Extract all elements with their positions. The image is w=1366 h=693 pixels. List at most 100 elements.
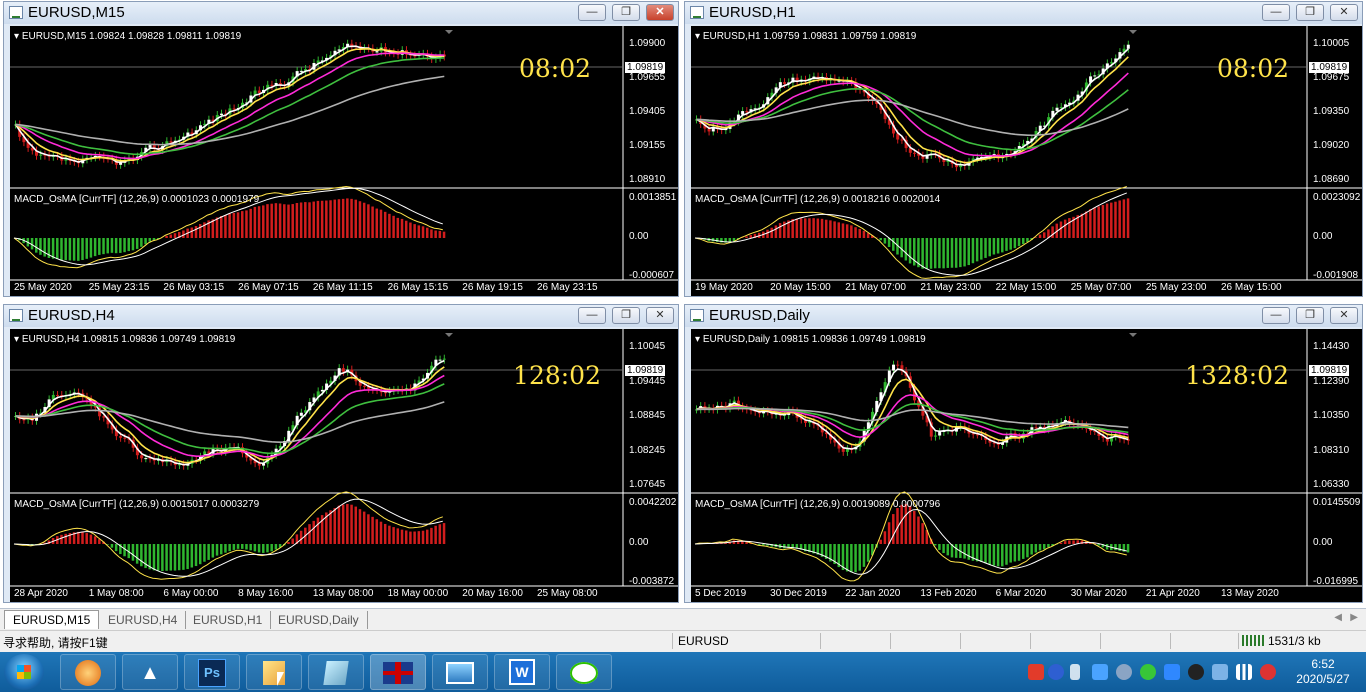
restore-button[interactable]: ❐ bbox=[1296, 4, 1324, 21]
browser-icon bbox=[75, 660, 101, 686]
macd-histogram-bar bbox=[921, 523, 924, 544]
time-tick-label: 25 May 2020 bbox=[14, 282, 72, 293]
macd-histogram-bar bbox=[359, 509, 362, 544]
macd-histogram-bar bbox=[976, 238, 979, 261]
macd-histogram-bar bbox=[892, 238, 895, 251]
macd-histogram-bar bbox=[56, 238, 59, 259]
price-tick-label: 1.09655 bbox=[629, 72, 665, 83]
macd-histogram-bar bbox=[418, 225, 421, 238]
help-icon[interactable] bbox=[1048, 664, 1064, 680]
settings-icon[interactable] bbox=[1116, 664, 1132, 680]
macd-histogram-bar bbox=[325, 201, 328, 238]
macd-histogram-bar bbox=[287, 542, 290, 544]
macd-histogram-bar bbox=[867, 544, 870, 562]
tab-eurusd-daily[interactable]: EURUSD,Daily bbox=[270, 611, 368, 629]
sogou-input-icon[interactable] bbox=[1028, 664, 1044, 680]
time-tick-label: 13 Feb 2020 bbox=[920, 588, 976, 599]
time-tick-label: 22 May 15:00 bbox=[996, 282, 1057, 293]
macd-histogram-bar bbox=[1106, 204, 1109, 238]
chart-ohlc-text: EURUSD,Daily 1.09815 1.09836 1.09749 1.0… bbox=[703, 334, 926, 345]
chart-info-line: ▾ EURUSD,H4 1.09815 1.09836 1.09749 1.09… bbox=[14, 334, 235, 345]
paint-taskbar-button[interactable] bbox=[246, 654, 302, 690]
chart-window[interactable]: EURUSD,M15 — ❐ ✕ ▾ EURUSD,M15 1.09824 1.… bbox=[3, 1, 679, 297]
macd-histogram-bar bbox=[1030, 544, 1033, 555]
macd-histogram-bar bbox=[779, 223, 782, 238]
feishu-taskbar-button[interactable]: ▲ bbox=[122, 654, 178, 690]
macd-histogram-bar bbox=[119, 238, 122, 253]
close-button[interactable]: ✕ bbox=[1330, 4, 1358, 21]
time-tick-label: 6 Mar 2020 bbox=[996, 588, 1047, 599]
close-button[interactable]: ✕ bbox=[646, 4, 674, 21]
chart-area[interactable]: ▾ EURUSD,H4 1.09815 1.09836 1.09749 1.09… bbox=[10, 329, 678, 602]
macd-histogram-bar bbox=[64, 534, 67, 544]
qq-icon[interactable] bbox=[1188, 664, 1204, 680]
photoshop-taskbar-button[interactable]: Ps bbox=[184, 654, 240, 690]
macd-histogram-bar bbox=[81, 532, 84, 544]
tab-scroll-right-icon[interactable]: ▶ bbox=[1350, 612, 1358, 623]
macd-histogram-bar bbox=[1022, 238, 1025, 244]
window-titlebar[interactable]: EURUSD,H1 — ❐ ✕ bbox=[685, 2, 1362, 24]
notepad-taskbar-button[interactable] bbox=[308, 654, 364, 690]
macd-histogram-bar bbox=[993, 238, 996, 255]
close-button[interactable]: ✕ bbox=[646, 307, 674, 324]
battery-icon[interactable] bbox=[1070, 664, 1080, 680]
window-titlebar[interactable]: EURUSD,H4 — ❐ ✕ bbox=[4, 305, 678, 327]
chart-window[interactable]: EURUSD,H1 — ❐ ✕ ▾ EURUSD,H1 1.09759 1.09… bbox=[684, 1, 1363, 297]
metatrader-taskbar-button[interactable] bbox=[370, 654, 426, 690]
security-shield-icon[interactable] bbox=[1092, 664, 1108, 680]
tray-clock[interactable]: 6:52 2020/5/27 bbox=[1286, 657, 1360, 687]
chart-window[interactable]: EURUSD,Daily — ❐ ✕ ▾ EURUSD,Daily 1.0981… bbox=[684, 304, 1363, 603]
close-button[interactable]: ✕ bbox=[1330, 307, 1358, 324]
macd-histogram-bar bbox=[909, 238, 912, 263]
minimize-button[interactable]: — bbox=[578, 4, 606, 21]
macd-histogram-bar bbox=[342, 199, 345, 238]
wechat-tray-icon[interactable] bbox=[1140, 664, 1156, 680]
tab-eurusd-m15[interactable]: EURUSD,M15 bbox=[4, 610, 99, 629]
signal-icon[interactable] bbox=[1236, 664, 1252, 680]
start-button[interactable] bbox=[4, 654, 44, 690]
volume-muted-icon[interactable] bbox=[1260, 664, 1276, 680]
macd-histogram-bar bbox=[245, 210, 248, 238]
shield-icon[interactable] bbox=[1164, 664, 1180, 680]
price-tick-label: 1.10005 bbox=[1313, 38, 1349, 49]
macd-histogram-bar bbox=[317, 201, 320, 238]
tab-scroll-left-icon[interactable]: ◀ bbox=[1334, 612, 1342, 623]
chart-window[interactable]: EURUSD,H4 — ❐ ✕ ▾ EURUSD,H4 1.09815 1.09… bbox=[3, 304, 679, 603]
wps-taskbar-button[interactable]: W bbox=[494, 654, 550, 690]
restore-button[interactable]: ❐ bbox=[612, 4, 640, 21]
moving-average-line bbox=[16, 402, 445, 442]
chart-area[interactable]: ▾ EURUSD,Daily 1.09815 1.09836 1.09749 1… bbox=[691, 329, 1362, 602]
photos-taskbar-button[interactable] bbox=[432, 654, 488, 690]
tab-eurusd-h4[interactable]: EURUSD,H4 bbox=[100, 611, 186, 629]
macd-histogram-bar bbox=[879, 238, 882, 240]
minimize-button[interactable]: — bbox=[578, 307, 606, 324]
shift-marker-icon bbox=[1129, 333, 1137, 337]
macd-histogram-bar bbox=[963, 544, 966, 559]
network-icon[interactable] bbox=[1212, 664, 1228, 680]
shift-marker-icon bbox=[1129, 30, 1137, 34]
window-title: EURUSD,Daily bbox=[709, 307, 810, 324]
macd-histogram-bar bbox=[418, 531, 421, 544]
restore-button[interactable]: ❐ bbox=[612, 307, 640, 324]
macd-histogram-bar bbox=[821, 219, 824, 238]
macd-histogram-bar bbox=[993, 544, 996, 566]
chart-area[interactable]: ▾ EURUSD,H1 1.09759 1.09831 1.09759 1.09… bbox=[691, 26, 1362, 296]
macd-histogram-bar bbox=[195, 544, 198, 566]
macd-histogram-bar bbox=[199, 224, 202, 238]
macd-histogram-bar bbox=[1039, 544, 1042, 550]
window-titlebar[interactable]: EURUSD,Daily — ❐ ✕ bbox=[685, 305, 1362, 327]
minimize-button[interactable]: — bbox=[1262, 307, 1290, 324]
tab-eurusd-h1[interactable]: EURUSD,H1 bbox=[185, 611, 271, 629]
candle-body bbox=[342, 368, 345, 372]
restore-button[interactable]: ❐ bbox=[1296, 307, 1324, 324]
window-titlebar[interactable]: EURUSD,M15 — ❐ ✕ bbox=[4, 2, 678, 24]
macd-histogram-bar bbox=[405, 221, 408, 238]
macd-histogram-bar bbox=[976, 544, 979, 561]
browser-taskbar-button[interactable] bbox=[60, 654, 116, 690]
minimize-button[interactable]: — bbox=[1262, 4, 1290, 21]
wechat-taskbar-button[interactable] bbox=[556, 654, 612, 690]
chart-ohlc-text: EURUSD,H4 1.09815 1.09836 1.09749 1.0981… bbox=[22, 334, 236, 345]
macd-info-line: MACD_OsMA [CurrTF] (12,26,9) 0.0019089 0… bbox=[695, 499, 940, 510]
macd-histogram-bar bbox=[1018, 544, 1021, 561]
chart-area[interactable]: ▾ EURUSD,M15 1.09824 1.09828 1.09811 1.0… bbox=[10, 26, 678, 296]
